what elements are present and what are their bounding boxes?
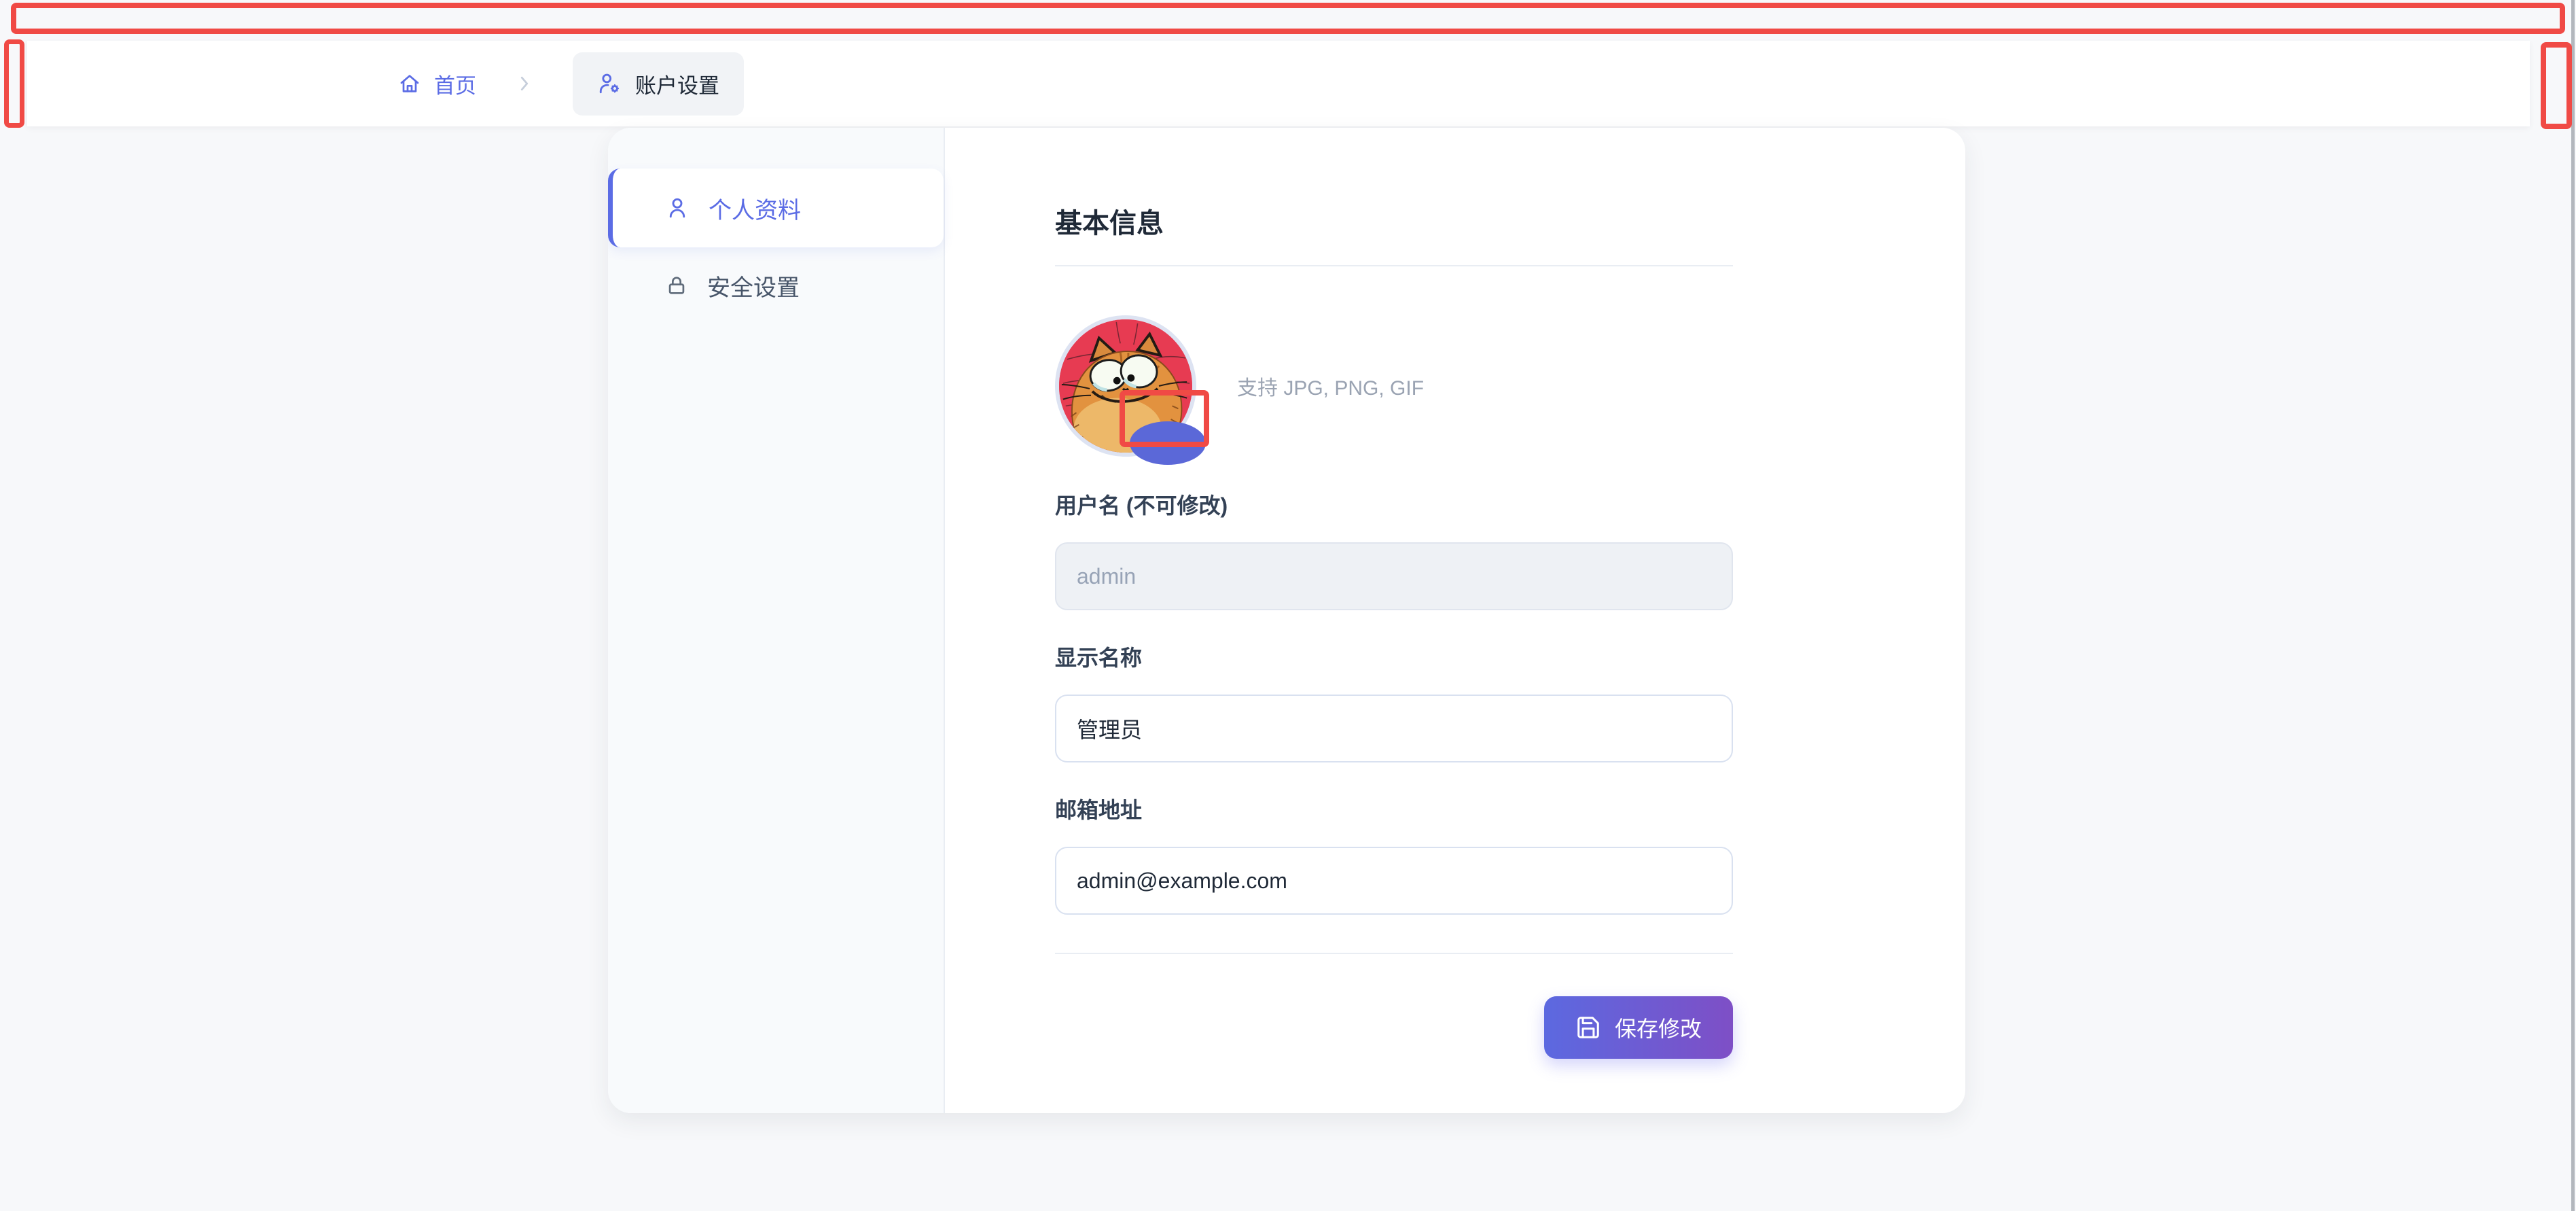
breadcrumb-current-label: 账户设置 (635, 69, 719, 99)
sidebar-item-label: 个人资料 (709, 192, 801, 225)
user-icon (665, 196, 690, 220)
avatar-upload-badge[interactable] (1130, 421, 1206, 465)
sidebar-item-profile[interactable]: 个人资料 (608, 169, 944, 247)
username-label: 用户名 (不可修改) (1055, 492, 1733, 519)
display-name-input[interactable] (1055, 695, 1733, 762)
breadcrumb-home-label: 首页 (434, 69, 476, 99)
annotation-box-top-bar (11, 3, 2565, 34)
email-label: 邮箱地址 (1055, 796, 1733, 824)
breadcrumb-current-chip[interactable]: 账户设置 (573, 52, 744, 116)
save-button[interactable]: 保存修改 (1544, 996, 1733, 1059)
settings-sidebar: 个人资料 安全设置 (608, 128, 945, 1113)
basic-info-section: 基本信息 (945, 128, 1965, 1113)
save-button-label: 保存修改 (1615, 1012, 1702, 1043)
sidebar-item-security[interactable]: 安全设置 (608, 247, 944, 323)
chevron-right-icon (514, 73, 535, 94)
email-input[interactable] (1055, 847, 1733, 915)
section-title: 基本信息 (1055, 201, 1965, 241)
form-divider (1055, 953, 1733, 954)
user-gear-icon (597, 71, 622, 96)
breadcrumb-bar: 首页 账户设置 (27, 41, 2530, 126)
sidebar-item-label: 安全设置 (707, 269, 800, 302)
home-icon (397, 71, 422, 96)
annotation-box-right-edge (2541, 42, 2572, 129)
title-divider (1055, 265, 1733, 266)
avatar-format-hint: 支持 JPG, PNG, GIF (1237, 371, 1424, 401)
avatar-row: 支持 JPG, PNG, GIF (1055, 315, 1965, 457)
form-actions: 保存修改 (1055, 996, 1733, 1059)
lock-icon (665, 274, 688, 297)
username-input (1055, 542, 1733, 610)
window-scrollbar[interactable] (2571, 0, 2575, 1211)
settings-card: 个人资料 安全设置 基本信息 (608, 128, 1965, 1113)
breadcrumb-home-link[interactable]: 首页 (397, 69, 476, 99)
display-name-label: 显示名称 (1055, 644, 1733, 671)
floppy-disk-icon (1575, 1015, 1601, 1040)
annotation-box-left-edge (4, 39, 24, 128)
avatar[interactable] (1055, 315, 1196, 457)
account-settings-page: { "breadcrumb": { "home_label": "首页", "c… (0, 0, 2576, 1211)
